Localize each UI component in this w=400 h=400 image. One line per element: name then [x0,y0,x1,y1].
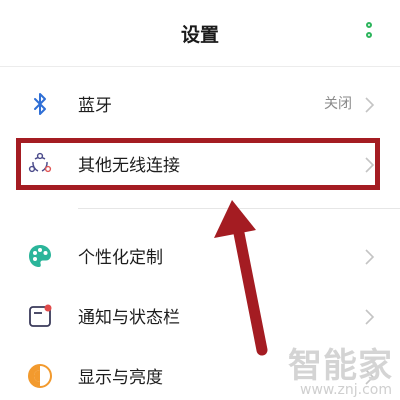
bluetooth-icon [26,90,54,118]
chevron-right-icon [362,308,378,326]
page-title: 设置 [180,24,219,46]
chevron-right-icon [362,96,378,114]
setting-label: 蓝牙 [78,96,112,116]
notification-icon [26,302,54,330]
setting-item-display[interactable]: 显示与亮度 [0,346,400,400]
palette-icon [26,242,54,270]
settings-screen: 设置 蓝牙 关闭 其他无线连接 个性化定制 通知与状态栏 显示与亮度 智能家 w… [0,0,400,400]
share-connections-icon [26,150,54,178]
setting-label: 个性化定制 [78,248,163,268]
setting-item-personalization[interactable]: 个性化定制 [0,226,400,286]
header: 设置 [0,0,400,66]
setting-item-other-wireless[interactable]: 其他无线连接 [0,134,400,194]
setting-label: 显示与亮度 [78,368,163,388]
bluetooth-status: 关闭 [324,96,352,112]
section-divider [78,208,400,209]
chevron-right-icon [362,248,378,266]
setting-item-notifications[interactable]: 通知与状态栏 [0,286,400,346]
setting-label: 其他无线连接 [78,156,180,176]
chevron-right-icon [362,156,378,174]
brightness-icon [26,362,54,390]
chevron-right-icon [362,368,378,386]
setting-label: 通知与状态栏 [78,308,180,328]
more-vertical-icon[interactable] [360,22,380,44]
setting-item-bluetooth[interactable]: 蓝牙 关闭 [0,74,400,134]
header-divider [0,66,400,67]
